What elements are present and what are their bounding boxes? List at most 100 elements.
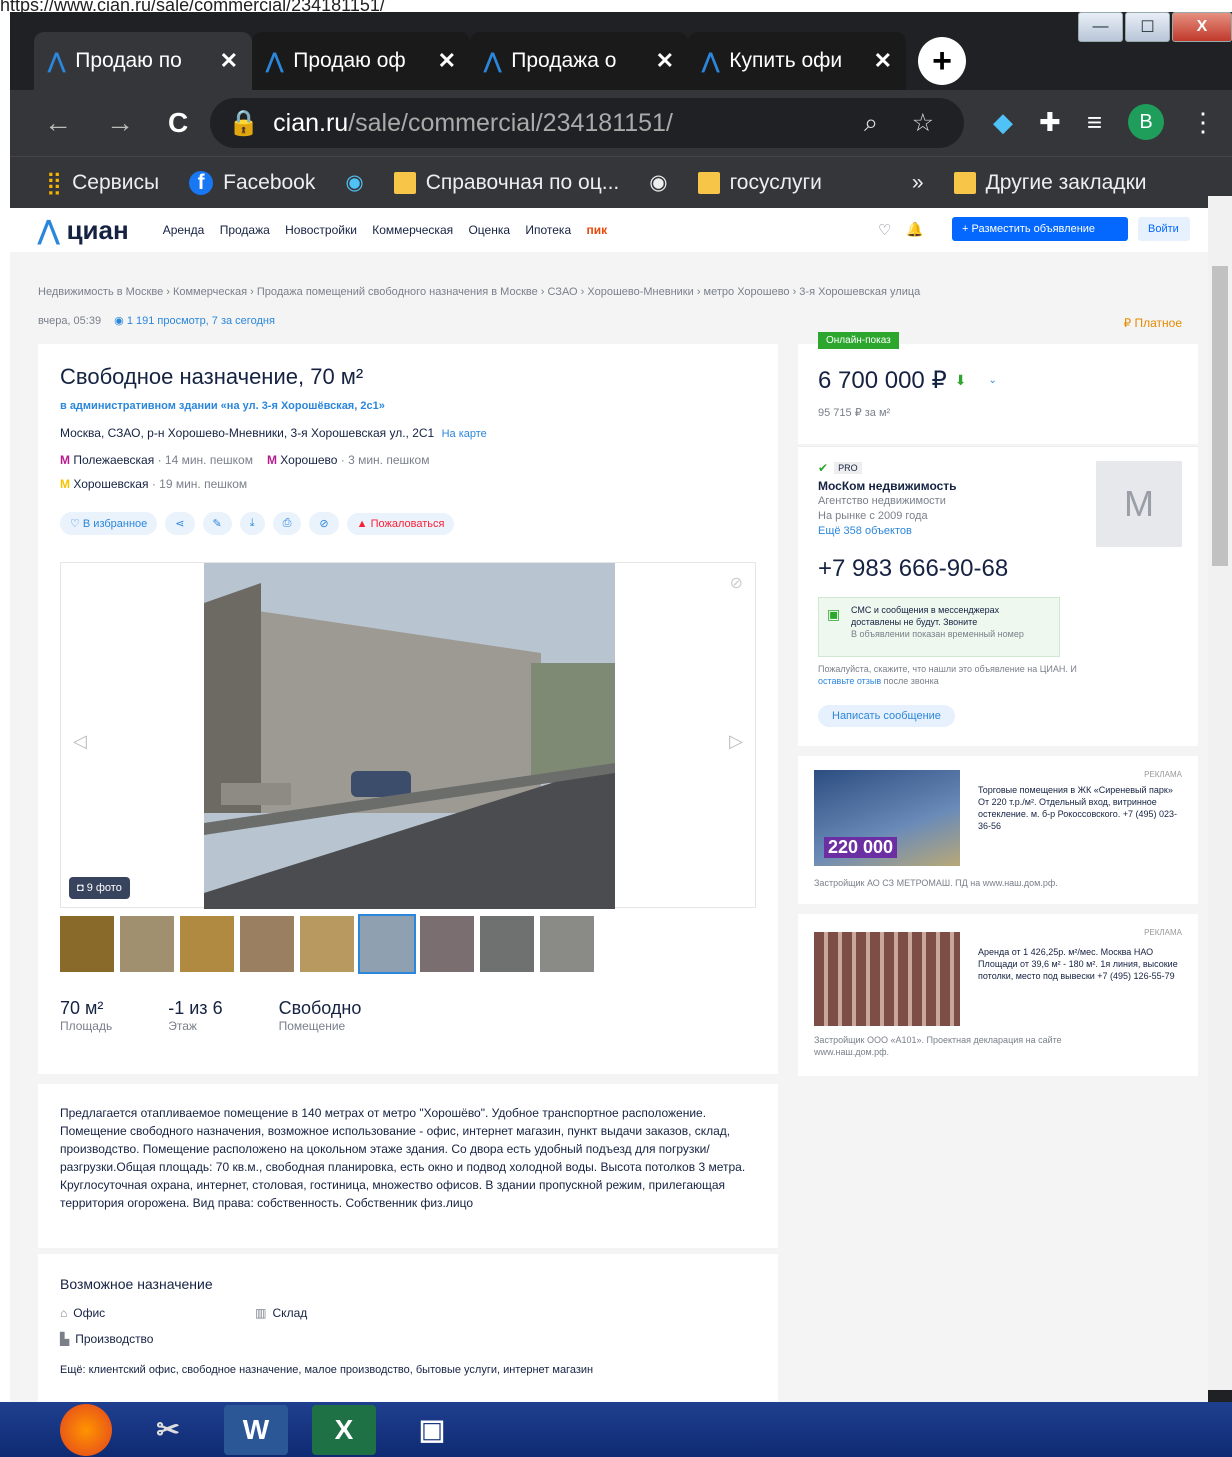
menu-item-mortgage[interactable]: Ипотека — [525, 223, 571, 237]
new-tab-button[interactable]: + — [918, 37, 966, 85]
tab-close-icon[interactable]: ✕ — [656, 48, 674, 74]
metro-station[interactable]: M Хорошевская · 19 мин. пешком — [60, 477, 247, 491]
cian-logo-mark-icon: ⋀ — [38, 214, 60, 245]
maximize-button[interactable]: ☐ — [1125, 12, 1170, 42]
snipping-tool-icon[interactable]: ✂ — [136, 1405, 200, 1455]
menu-item-sale[interactable]: Продажа — [220, 223, 270, 237]
menu-item-rent[interactable]: Аренда — [163, 223, 205, 237]
window-app-icon[interactable]: ▣ — [400, 1405, 464, 1455]
minimize-button[interactable]: — — [1078, 12, 1123, 42]
profile-avatar[interactable]: B — [1128, 104, 1164, 140]
ad-banner-1[interactable]: РЕКЛАМА 220 000 Торговые помещения в ЖК … — [798, 756, 1198, 904]
bookmark-services[interactable]: ⣿ Сервисы — [46, 170, 159, 196]
menu-kebab-icon[interactable]: ⋮ — [1190, 107, 1216, 138]
agent-name[interactable]: МосКом недвижимость — [818, 479, 957, 493]
login-button[interactable]: Войти — [1138, 217, 1190, 241]
link-icon[interactable]: ⊘ — [730, 573, 743, 593]
sms-line-2: доставлены не будут. Звоните — [851, 617, 978, 627]
close-window-button[interactable]: X — [1172, 12, 1232, 42]
bookmarks-overflow-button[interactable]: » — [912, 171, 924, 195]
office-icon: ⌂ — [60, 1306, 68, 1320]
firefox-icon[interactable] — [60, 1403, 112, 1456]
toolbar-icons: ◆ ✚ ≡ B ⋮ — [993, 104, 1216, 140]
hide-icon[interactable]: ⊘ — [309, 512, 339, 535]
favorites-heart-icon[interactable]: ♡ — [878, 221, 891, 239]
menu-item-new-buildings[interactable]: Новостройки — [285, 223, 357, 237]
share-icon[interactable]: ⋖ — [165, 512, 195, 535]
menu-item-valuation[interactable]: Оценка — [468, 223, 510, 237]
forward-icon[interactable]: → — [106, 107, 134, 139]
thumbnail[interactable] — [300, 916, 354, 972]
post-ad-button[interactable]: + Разместить объявление — [952, 217, 1128, 241]
ad-text: Торговые помещения в ЖК «Сиреневый парк»… — [978, 785, 1178, 831]
tab-1[interactable]: ⋀ Продаю по ✕ — [34, 32, 252, 90]
thumbnail[interactable] — [420, 916, 474, 972]
reload-icon[interactable]: C — [168, 107, 188, 139]
address-bar[interactable]: 🔒 cian.ru /sale/commercial/234181151/ ⌕ … — [210, 98, 964, 148]
breadcrumb[interactable]: Недвижимость в Москве › Коммерческая › П… — [38, 286, 920, 298]
back-icon[interactable]: ← — [44, 107, 72, 139]
zoom-icon[interactable]: ⌕ — [864, 109, 878, 138]
next-photo-icon[interactable]: ▷ — [729, 731, 743, 752]
tab-4[interactable]: ⋀ Купить офи ✕ — [688, 32, 906, 90]
menu-item-commercial[interactable]: Коммерческая — [372, 223, 453, 237]
write-message-button[interactable]: Написать сообщение — [818, 705, 955, 727]
bookmark-star-icon[interactable]: ☆ — [912, 108, 934, 138]
photo-count-badge[interactable]: ◘ 9 фото — [69, 877, 130, 899]
metro-station[interactable]: M Полежаевская · 14 мин. пешком — [60, 453, 253, 467]
tab-close-icon[interactable]: ✕ — [220, 48, 238, 74]
thumbnail[interactable] — [358, 914, 416, 974]
thumbnail[interactable] — [180, 916, 234, 972]
price-history-chevron-icon[interactable]: ⌄ — [988, 375, 996, 386]
extension-diamond-icon[interactable]: ◆ — [993, 107, 1013, 138]
bookmark-folder-gosuslugi[interactable]: госуслуги — [697, 171, 822, 195]
excel-icon[interactable]: X — [312, 1404, 376, 1455]
edit-icon[interactable]: ✎ — [202, 512, 232, 535]
tab-3[interactable]: ⋀ Продажа о ✕ — [470, 32, 688, 90]
tab-2[interactable]: ⋀ Продаю оф ✕ — [252, 32, 470, 90]
bookmark-label: Справочная по оц... — [425, 170, 620, 194]
eye-icon: ◉ — [114, 315, 124, 327]
ad-footer: Застройщик ООО «А101». Проектная деклара… — [814, 1035, 1062, 1057]
menu-item-pik[interactable]: пик — [586, 223, 607, 237]
thumbnail[interactable] — [480, 916, 534, 972]
avatar[interactable]: M — [1096, 461, 1182, 547]
notifications-bell-icon[interactable]: 🔔 — [906, 221, 923, 238]
scrollbar-thumb[interactable] — [1212, 266, 1228, 566]
bookmark-folder-reference[interactable]: Справочная по оц... — [393, 170, 620, 195]
price-row: 6 700 000 ₽ ⬇ ⌄ — [818, 366, 997, 395]
cian-logo[interactable]: ⋀ циан — [38, 215, 129, 246]
download-icon[interactable]: ⤓ — [239, 512, 265, 535]
metro-station[interactable]: M Хорошево · 3 мин. пешком — [267, 453, 430, 467]
print-icon[interactable]: ⎙ — [272, 512, 302, 535]
scrollbar[interactable] — [1208, 196, 1232, 1390]
phone-number[interactable]: +7 983 666-90-68 — [818, 555, 1008, 583]
word-icon[interactable]: W — [224, 1404, 288, 1455]
agent-more-objects-link[interactable]: Ещё 358 объектов — [818, 525, 912, 537]
tab-close-icon[interactable]: ✕ — [874, 48, 892, 74]
thumbnail[interactable] — [120, 916, 174, 972]
prev-photo-icon[interactable]: ◁ — [73, 731, 87, 752]
cian-favicon-icon: ⋀ — [484, 49, 502, 73]
map-link[interactable]: На карте — [442, 428, 487, 440]
ad-banner-2[interactable]: РЕКЛАМА Аренда от 1 426,25р. м²/мес. Мос… — [798, 914, 1198, 1076]
metro-time: · 3 мин. пешком — [340, 453, 430, 467]
tab-close-icon[interactable]: ✕ — [438, 48, 456, 74]
extensions-puzzle-icon[interactable]: ✚ — [1039, 107, 1061, 138]
review-link[interactable]: оставьте отзыв — [818, 676, 881, 686]
bookmark-facebook[interactable]: f Facebook — [189, 170, 315, 195]
main-photo[interactable] — [61, 563, 757, 909]
bookmark-globe-2[interactable]: ◉ — [649, 170, 667, 195]
complain-button[interactable]: ▲ Пожаловаться — [346, 512, 455, 535]
thumbnail[interactable] — [240, 916, 294, 972]
fact-label: Этаж — [168, 1019, 197, 1033]
building-link[interactable]: в административном здании «на ул. 3-я Хо… — [60, 400, 385, 412]
thumbnail[interactable] — [60, 916, 114, 972]
views-link[interactable]: 1 191 просмотр, 7 за сегодня — [127, 315, 275, 327]
media-playlist-icon[interactable]: ≡ — [1087, 107, 1102, 138]
thumbnail[interactable] — [540, 916, 594, 972]
bookmark-globe[interactable]: ◉ — [345, 170, 363, 195]
add-to-favorites-button[interactable]: ♡ В избранное — [60, 512, 158, 535]
other-bookmarks-folder[interactable]: Другие закладки — [953, 171, 1146, 195]
metro-row-2: M Хорошевская · 19 мин. пешком — [60, 477, 247, 491]
